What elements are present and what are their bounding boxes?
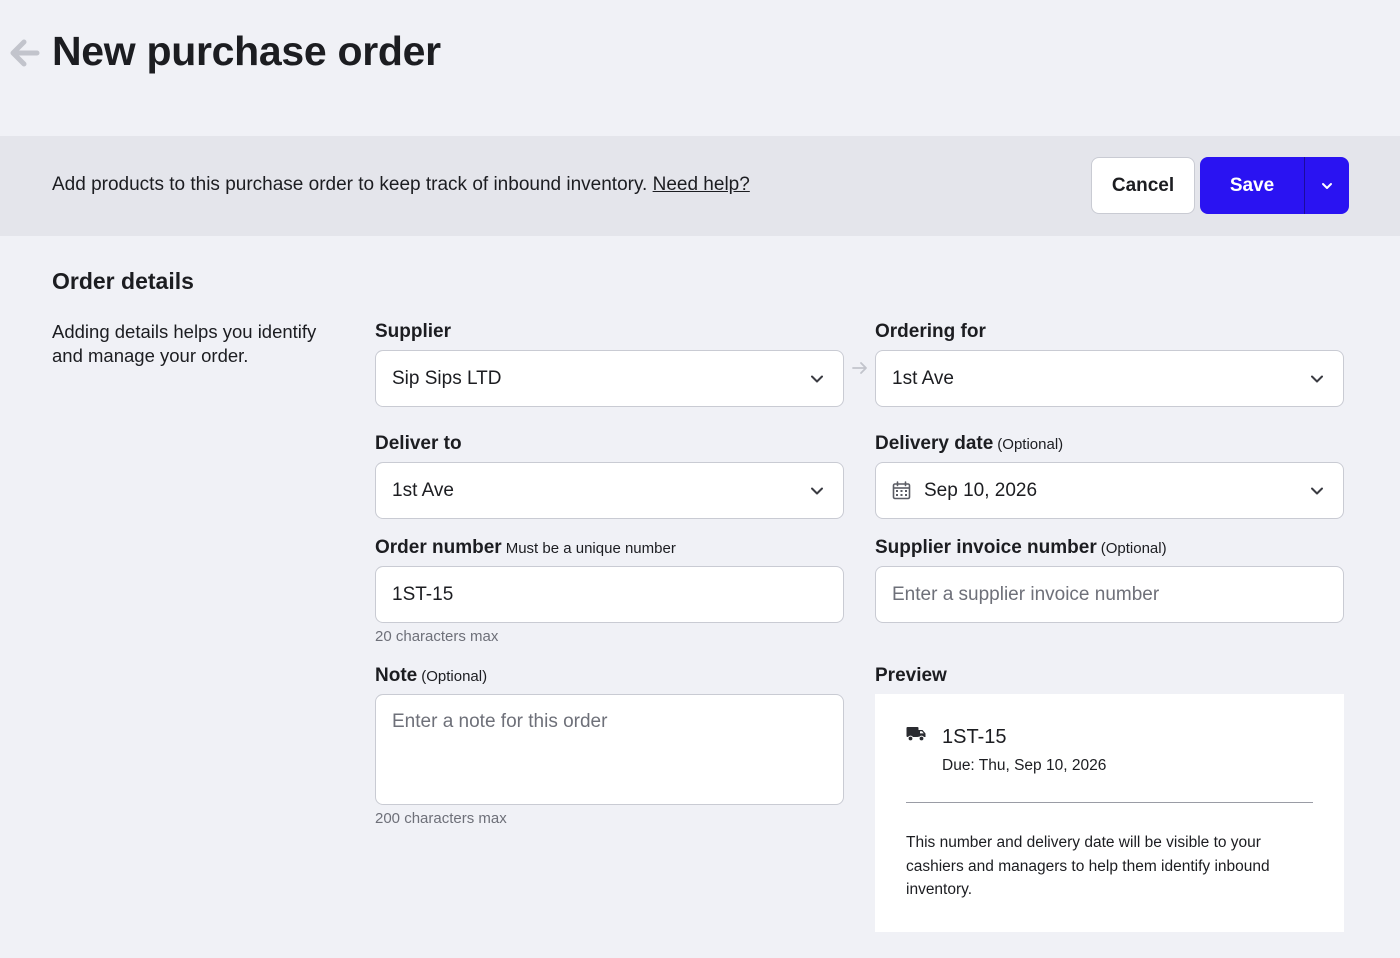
order-number-field[interactable] — [375, 566, 844, 623]
need-help-link[interactable]: Need help? — [653, 174, 750, 195]
order-number-label: Order number Must be a unique number — [375, 537, 676, 559]
supplier-label-text: Supplier — [375, 321, 452, 342]
supplier-invoice-field[interactable] — [875, 566, 1344, 623]
supplier-invoice-label-text: Supplier invoice number — [875, 537, 1097, 558]
back-arrow-icon[interactable] — [8, 34, 42, 72]
supplier-invoice-input[interactable] — [892, 583, 1327, 606]
ordering-for-select[interactable]: 1st Ave — [875, 350, 1344, 407]
ordering-for-label-text: Ordering for — [875, 321, 986, 342]
note-field[interactable] — [375, 694, 844, 805]
supplier-invoice-label: Supplier invoice number (Optional) — [875, 537, 1167, 559]
ordering-for-label: Ordering for — [875, 321, 986, 343]
order-number-sublabel: Must be a unique number — [505, 540, 676, 557]
deliver-to-select[interactable]: 1st Ave — [375, 462, 844, 519]
save-button[interactable]: Save — [1200, 157, 1304, 214]
preview-label-text: Preview — [875, 665, 947, 686]
delivery-date-picker[interactable]: Sep 10, 2026 — [875, 462, 1344, 519]
preview-label: Preview — [875, 665, 947, 687]
page-title: New purchase order — [52, 28, 441, 74]
order-number-input[interactable] — [392, 583, 827, 606]
calendar-icon — [892, 481, 912, 501]
note-label-text: Note — [375, 665, 418, 686]
supplier-value: Sip Sips LTD — [392, 367, 502, 389]
truck-icon — [906, 726, 926, 742]
save-button-group: Save — [1200, 157, 1349, 214]
preview-due-date: Due: Thu, Sep 10, 2026 — [942, 757, 1107, 774]
order-details-description: Adding details helps you identify and ma… — [52, 321, 317, 366]
delivery-date-optional: (Optional) — [997, 436, 1064, 453]
chevron-down-icon — [1307, 369, 1327, 389]
chevron-down-icon — [807, 481, 827, 501]
arrow-right-icon — [850, 358, 870, 378]
chevron-down-icon — [1307, 481, 1327, 501]
save-options-button[interactable] — [1304, 157, 1349, 214]
note-label: Note (Optional) — [375, 665, 487, 687]
supplier-label: Supplier — [375, 321, 451, 343]
ordering-for-value: 1st Ave — [892, 367, 954, 389]
supplier-invoice-optional: (Optional) — [1100, 540, 1167, 557]
order-details-title: Order details — [52, 268, 194, 294]
preview-order-number: 1ST-15 — [942, 726, 1007, 748]
delivery-date-label: Delivery date (Optional) — [875, 433, 1063, 455]
note-textarea[interactable] — [392, 711, 827, 788]
deliver-to-label-text: Deliver to — [375, 433, 462, 454]
order-number-hint: 20 characters max — [375, 628, 499, 645]
delivery-date-label-text: Delivery date — [875, 433, 994, 454]
note-hint: 200 characters max — [375, 810, 507, 827]
preview-divider — [906, 802, 1313, 803]
preview-note: This number and delivery date will be vi… — [906, 834, 1270, 898]
chevron-down-icon — [807, 369, 827, 389]
page-header: New purchase order — [0, 0, 1400, 136]
cancel-button[interactable]: Cancel — [1091, 157, 1195, 214]
supplier-select[interactable]: Sip Sips LTD — [375, 350, 844, 407]
deliver-to-value: 1st Ave — [392, 479, 454, 501]
delivery-date-value: Sep 10, 2026 — [924, 479, 1038, 501]
banner-text: Add products to this purchase order to k… — [52, 174, 648, 195]
banner-text-wrapper: Add products to this purchase order to k… — [52, 174, 750, 196]
order-number-label-text: Order number — [375, 537, 502, 558]
preview-card: 1ST-15 Due: Thu, Sep 10, 2026 This numbe… — [875, 694, 1344, 932]
chevron-down-icon — [1322, 182, 1332, 189]
deliver-to-label: Deliver to — [375, 433, 462, 455]
note-optional: (Optional) — [421, 668, 488, 685]
